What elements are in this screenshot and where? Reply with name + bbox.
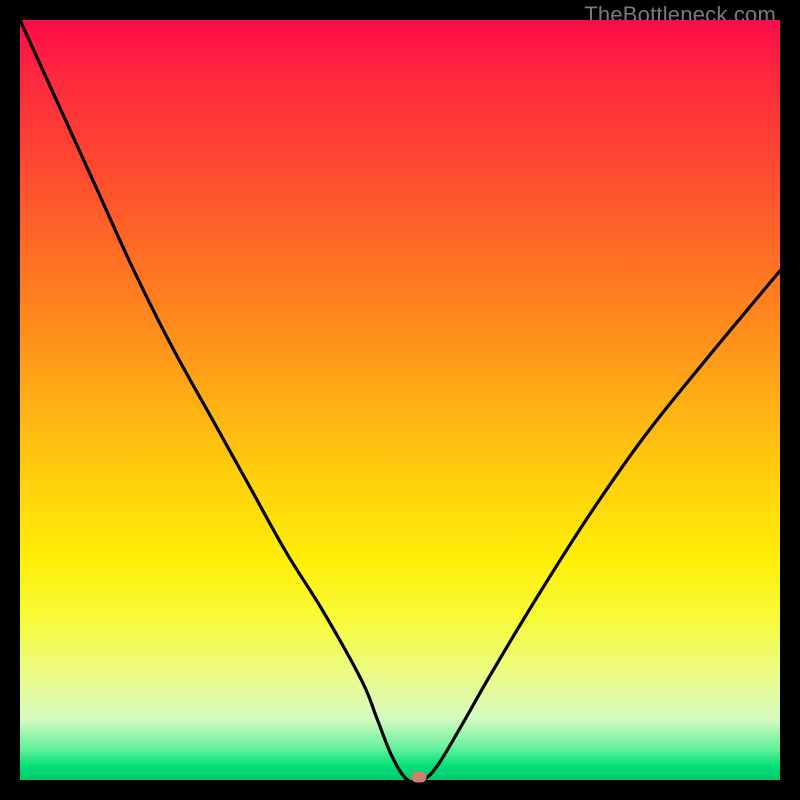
chart-frame: TheBottleneck.com bbox=[0, 0, 800, 800]
bottleneck-curve bbox=[20, 20, 780, 780]
plot-area bbox=[20, 20, 780, 780]
optimal-point-marker bbox=[412, 772, 427, 783]
curve-path bbox=[20, 20, 780, 780]
